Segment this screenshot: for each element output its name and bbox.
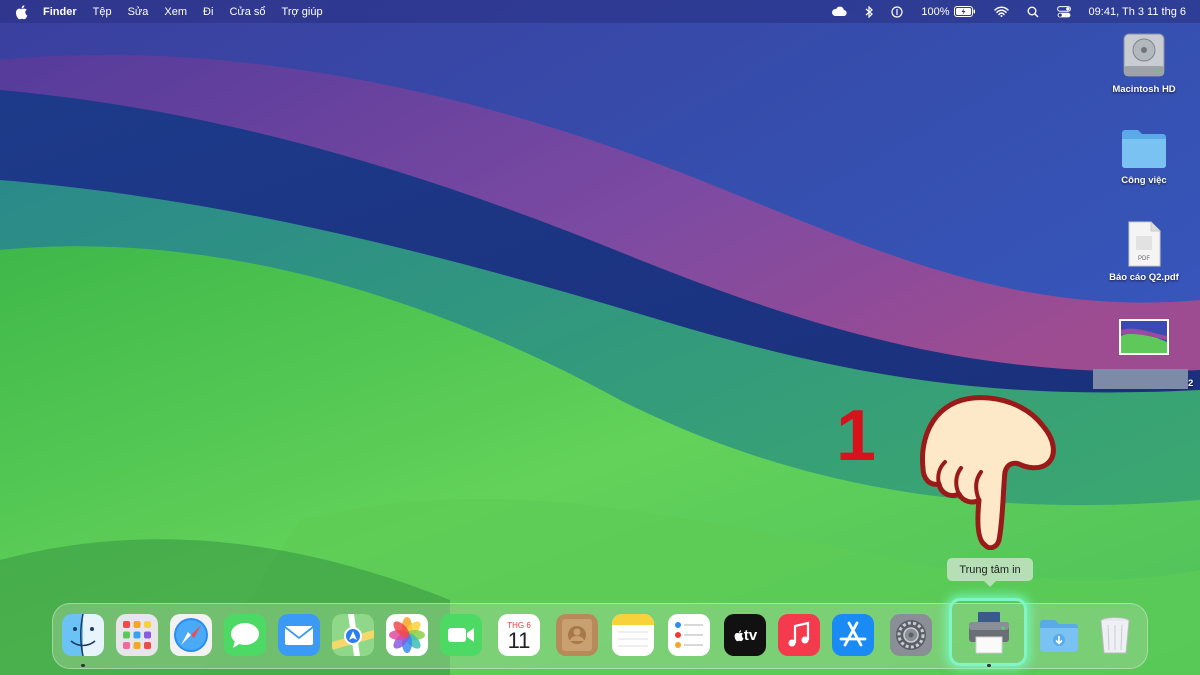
bluetooth-icon[interactable] bbox=[865, 5, 874, 18]
dock-reminders[interactable] bbox=[668, 614, 710, 656]
facetime-icon bbox=[440, 614, 482, 656]
dock-launchpad[interactable] bbox=[116, 614, 158, 656]
menu-file[interactable]: Tệp bbox=[93, 6, 112, 18]
battery-percent: 100% bbox=[921, 5, 950, 18]
messages-icon bbox=[224, 614, 266, 656]
desktop-item-image[interactable] bbox=[1089, 318, 1199, 356]
safari-icon bbox=[170, 614, 212, 656]
battery-icon bbox=[953, 6, 975, 17]
dock-messages[interactable] bbox=[224, 614, 266, 656]
pointing-hand-icon bbox=[920, 395, 1056, 550]
finder-icon bbox=[62, 614, 104, 656]
menu-bar: Finder Tệp Sửa Xem Đi Cửa sổ Trợ giúp 10… bbox=[0, 0, 1200, 23]
menu-go[interactable]: Đi bbox=[203, 6, 213, 18]
wifi-icon[interactable] bbox=[993, 6, 1009, 17]
apple-logo-icon bbox=[734, 629, 744, 641]
control-center-icon[interactable] bbox=[1056, 5, 1071, 18]
redacted-filename bbox=[1093, 369, 1188, 389]
printer-icon bbox=[969, 612, 1009, 654]
calendar-day: 11 bbox=[507, 628, 531, 653]
music-icon bbox=[778, 614, 820, 656]
menu-clock[interactable]: 09:41, Th 3 11 thg 6 bbox=[1089, 6, 1186, 18]
maps-icon bbox=[332, 614, 374, 656]
dock-system-settings[interactable] bbox=[890, 614, 932, 656]
menu-window[interactable]: Cửa sổ bbox=[229, 6, 265, 18]
dock-photos[interactable] bbox=[386, 614, 428, 656]
battery-status[interactable]: 100% bbox=[921, 6, 975, 18]
dock-safari[interactable] bbox=[170, 614, 212, 656]
gear-icon bbox=[890, 614, 932, 656]
dock-tooltip: Trung tâm in bbox=[947, 558, 1033, 587]
search-icon[interactable] bbox=[1027, 6, 1039, 18]
desktop-item-label: Báo cáo Q2.pdf bbox=[1109, 272, 1179, 283]
running-indicator bbox=[987, 664, 991, 667]
desktop-item-label: Macintosh HD bbox=[1112, 84, 1176, 95]
dock-mail[interactable] bbox=[278, 614, 320, 656]
downloads-folder-icon bbox=[1040, 620, 1078, 652]
dock-notes[interactable] bbox=[612, 614, 654, 656]
running-indicator bbox=[81, 664, 85, 667]
icloud-icon[interactable] bbox=[831, 6, 848, 17]
dock-facetime[interactable] bbox=[440, 614, 482, 656]
dock-music[interactable] bbox=[778, 614, 820, 656]
apple-icon[interactable] bbox=[14, 4, 28, 20]
desktop-item-label: 2 bbox=[1188, 378, 1194, 389]
pdf-file-icon: PDF bbox=[1128, 221, 1161, 267]
trash-icon bbox=[1100, 617, 1130, 654]
mail-icon bbox=[278, 614, 320, 656]
dock-contacts[interactable] bbox=[556, 614, 598, 656]
dock-finder[interactable] bbox=[62, 614, 104, 656]
folder-icon bbox=[1122, 130, 1166, 168]
dock-tv[interactable]: tv bbox=[724, 614, 766, 656]
desktop-item-bao-cao-pdf[interactable]: PDF Báo cáo Q2.pdf bbox=[1089, 220, 1199, 283]
dock-trash[interactable] bbox=[1094, 614, 1136, 656]
desktop-item-cong-viec[interactable]: Công việc bbox=[1089, 125, 1199, 186]
hard-drive-icon bbox=[1123, 33, 1165, 77]
desktop-item-label: Công việc bbox=[1121, 175, 1167, 186]
dock-maps[interactable] bbox=[332, 614, 374, 656]
step-number: 1 bbox=[836, 396, 877, 476]
photos-icon bbox=[386, 614, 428, 656]
dock-calendar[interactable]: THG 6 11 bbox=[498, 614, 540, 656]
reminders-icon bbox=[668, 614, 710, 656]
pdf-badge: PDF bbox=[1138, 256, 1150, 262]
desktop-item-macintosh-hd[interactable]: Macintosh HD bbox=[1089, 30, 1199, 95]
menu-view[interactable]: Xem bbox=[164, 6, 187, 18]
notes-icon bbox=[612, 614, 654, 656]
contrast-icon[interactable] bbox=[891, 5, 904, 18]
contacts-icon bbox=[556, 614, 598, 656]
launchpad-icon bbox=[116, 614, 158, 656]
dock-app-store[interactable] bbox=[832, 614, 874, 656]
menu-help[interactable]: Trợ giúp bbox=[282, 6, 323, 18]
dock-print-center[interactable] bbox=[966, 609, 1012, 655]
image-file-icon bbox=[1119, 319, 1169, 355]
menu-app-name[interactable]: Finder bbox=[43, 6, 77, 18]
dock-downloads[interactable] bbox=[1038, 614, 1080, 656]
app-store-icon bbox=[832, 614, 874, 656]
tv-label: tv bbox=[743, 626, 758, 644]
menu-edit[interactable]: Sửa bbox=[128, 6, 149, 18]
